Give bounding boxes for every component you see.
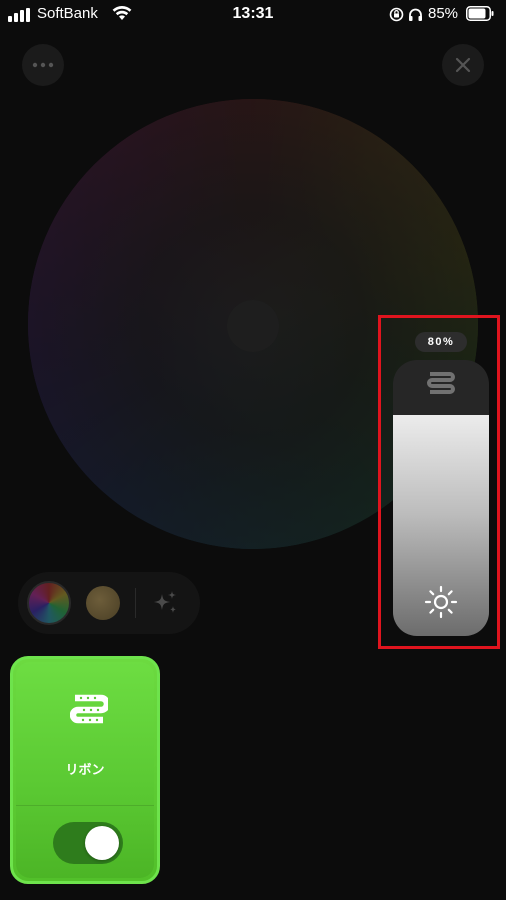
mode-divider [135, 588, 136, 618]
mode-selector [18, 572, 200, 634]
device-card[interactable]: リボン [10, 656, 160, 884]
white-mode-button[interactable] [86, 586, 120, 620]
more-button[interactable] [22, 44, 64, 86]
color-wheel-handle[interactable] [227, 300, 279, 352]
close-button[interactable] [442, 44, 484, 86]
status-bar: SoftBank 13:31 85% [0, 0, 506, 30]
battery-percent: 85% [428, 5, 459, 22]
sparkles-icon[interactable] [150, 588, 180, 618]
power-toggle[interactable] [53, 822, 123, 864]
toggle-knob [85, 826, 119, 860]
highlight-frame [378, 315, 500, 649]
headphones-icon [409, 8, 422, 21]
color-mode-button[interactable] [27, 581, 71, 625]
rotation-lock-icon [389, 7, 404, 22]
device-card-body: リボン [16, 662, 154, 878]
battery-icon [466, 6, 494, 21]
more-horizontal-icon [32, 62, 54, 68]
light-strip-icon [70, 694, 108, 724]
device-name: リボン [65, 762, 105, 777]
card-divider [16, 805, 154, 806]
close-icon [455, 57, 471, 73]
